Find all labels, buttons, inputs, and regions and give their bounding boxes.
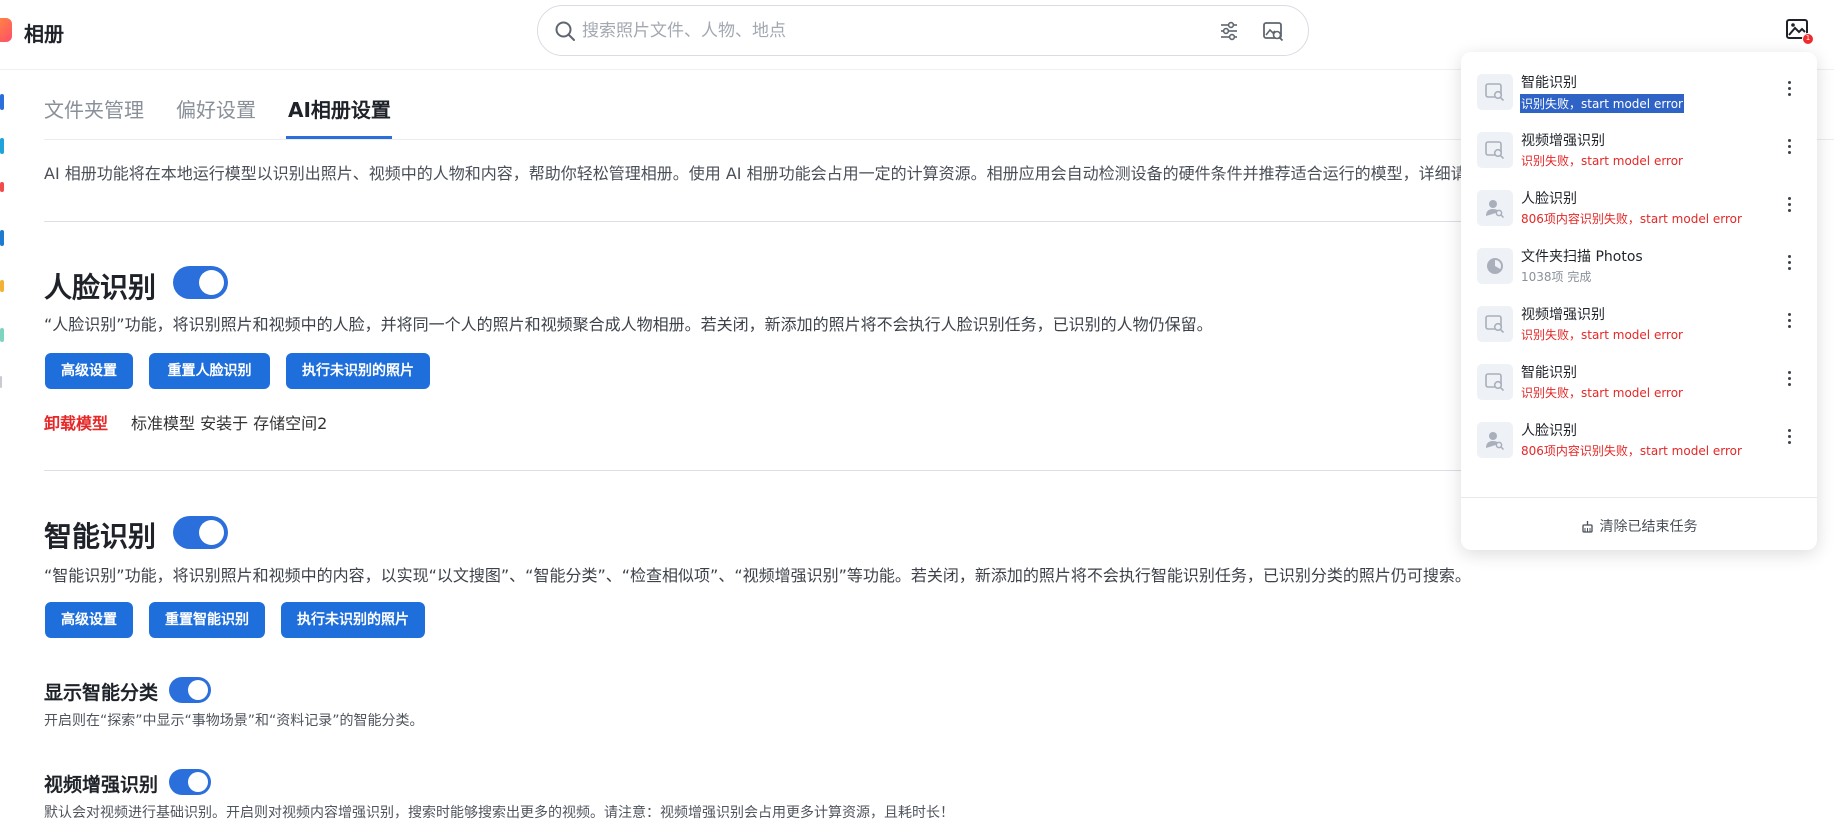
task-name: 人脸识别 — [1521, 191, 1577, 207]
task-item[interactable]: 视频增强识别 识别失败，start model error — [1461, 125, 1817, 183]
image-search-icon — [1477, 364, 1513, 400]
image-search-icon — [1477, 74, 1513, 110]
uninstall-model-link[interactable]: 卸载模型 — [44, 410, 108, 434]
sidebar-item-icon[interactable] — [0, 328, 4, 342]
pie-progress-icon — [1477, 248, 1513, 284]
search-box[interactable] — [537, 5, 1309, 56]
face-recognition-title: 人脸识别 — [44, 271, 157, 304]
task-item[interactable]: 文件夹扫描 Photos 1038项 完成 — [1461, 241, 1817, 299]
face-recognition-desc: “人脸识别”功能，将识别照片和视频中的人脸，并将同一个人的照片和视频聚合成人物相… — [44, 315, 1213, 334]
task-item[interactable]: 人脸识别 806项内容识别失败，start model error — [1461, 183, 1817, 241]
panel-divider — [1461, 497, 1817, 498]
video-enhance-toggle[interactable] — [169, 769, 211, 795]
tab-folder-management[interactable]: 文件夹管理 — [44, 94, 144, 123]
task-status: 806项内容识别失败，start model error — [1521, 212, 1742, 226]
task-item[interactable]: 人脸识别 806项内容识别失败，start model error — [1461, 415, 1817, 473]
sidebar-item-icon[interactable] — [0, 138, 4, 154]
more-options-icon[interactable] — [1780, 77, 1800, 101]
app-title: 相册 — [24, 22, 64, 46]
search-icon — [555, 21, 575, 41]
sidebar-item-icon[interactable] — [0, 376, 2, 388]
tab-ai-album-settings[interactable]: AI相册设置 — [288, 94, 391, 123]
task-name: 智能识别 — [1521, 75, 1577, 91]
section-divider — [44, 470, 1464, 471]
clear-broom-icon — [1581, 521, 1593, 533]
show-smart-category-toggle[interactable] — [169, 677, 211, 703]
more-options-icon[interactable] — [1780, 135, 1800, 159]
sidebar-item-icon[interactable] — [0, 230, 4, 246]
task-name: 文件夹扫描 Photos — [1521, 249, 1643, 265]
more-options-icon[interactable] — [1780, 425, 1800, 449]
sidebar-rail — [0, 70, 6, 839]
smart-advanced-settings-button[interactable]: 高级设置 — [45, 602, 133, 638]
face-recognition-toggle[interactable] — [173, 266, 228, 299]
person-search-icon — [1477, 422, 1513, 458]
reset-face-recognition-button[interactable]: 重置人脸识别 — [149, 353, 270, 389]
face-run-unrecognized-button[interactable]: 执行未识别的照片 — [286, 353, 430, 389]
section-divider — [44, 221, 1464, 222]
clear-finished-tasks-label: 清除已结束任务 — [1599, 519, 1698, 535]
task-status: 806项内容识别失败，start model error — [1521, 444, 1742, 458]
task-panel: 智能识别 识别失败，start model error 视频增强识别 识别失败，… — [1461, 52, 1817, 550]
smart-run-unrecognized-button[interactable]: 执行未识别的照片 — [281, 602, 425, 638]
sidebar-item-icon[interactable] — [0, 280, 4, 292]
show-smart-category-desc: 开启则在“探索”中显示“事物场景”和“资料记录”的智能分类。 — [44, 713, 424, 729]
task-count-badge: 1 — [1802, 33, 1814, 45]
task-name: 智能识别 — [1521, 365, 1577, 381]
tab-preferences[interactable]: 偏好设置 — [176, 94, 256, 123]
sidebar-item-icon[interactable] — [0, 182, 4, 192]
search-input[interactable] — [582, 16, 1202, 46]
photos-app-icon — [0, 18, 12, 42]
image-search-icon[interactable] — [1262, 20, 1284, 42]
show-smart-category-title: 显示智能分类 — [44, 682, 159, 704]
task-item[interactable]: 智能识别 识别失败，start model error — [1461, 67, 1817, 125]
more-options-icon[interactable] — [1780, 251, 1800, 275]
smart-recognition-toggle[interactable] — [173, 516, 228, 549]
task-status: 识别失败，start model error — [1521, 386, 1683, 400]
filter-sliders-icon[interactable] — [1218, 20, 1240, 42]
reset-smart-recognition-button[interactable]: 重置智能识别 — [149, 602, 265, 638]
more-options-icon[interactable] — [1780, 309, 1800, 333]
more-options-icon[interactable] — [1780, 193, 1800, 217]
smart-recognition-title: 智能识别 — [44, 520, 157, 553]
task-item[interactable]: 视频增强识别 识别失败，start model error — [1461, 299, 1817, 357]
task-status: 1038项 完成 — [1521, 270, 1592, 284]
task-name: 人脸识别 — [1521, 423, 1577, 439]
model-install-info: 标准模型 安装于 存储空间2 — [131, 414, 328, 433]
video-enhance-desc: 默认会对视频进行基础识别。开启则对视频内容增强识别，搜索时能够搜索出更多的视频。… — [44, 805, 954, 821]
clear-finished-tasks-button[interactable]: 清除已结束任务 — [1461, 516, 1817, 538]
image-search-icon — [1477, 132, 1513, 168]
task-name: 视频增强识别 — [1521, 307, 1605, 323]
video-enhance-title: 视频增强识别 — [44, 774, 159, 796]
more-options-icon[interactable] — [1780, 367, 1800, 391]
image-search-icon — [1477, 306, 1513, 342]
task-name: 视频增强识别 — [1521, 133, 1605, 149]
person-search-icon — [1477, 190, 1513, 226]
task-status: 识别失败，start model error — [1520, 94, 1684, 113]
sidebar-item-icon[interactable] — [0, 94, 4, 110]
task-status: 识别失败，start model error — [1521, 154, 1683, 168]
task-status: 识别失败，start model error — [1521, 328, 1683, 342]
face-advanced-settings-button[interactable]: 高级设置 — [45, 353, 133, 389]
intro-text: AI 相册功能将在本地运行模型以识别出照片、视频中的人物和内容，帮助你轻松管理相… — [44, 164, 1464, 183]
smart-recognition-desc: “智能识别”功能，将识别照片和视频中的内容，以实现“以文搜图”、“智能分类”、“… — [44, 566, 1471, 585]
task-item[interactable]: 智能识别 识别失败，start model error — [1461, 357, 1817, 415]
